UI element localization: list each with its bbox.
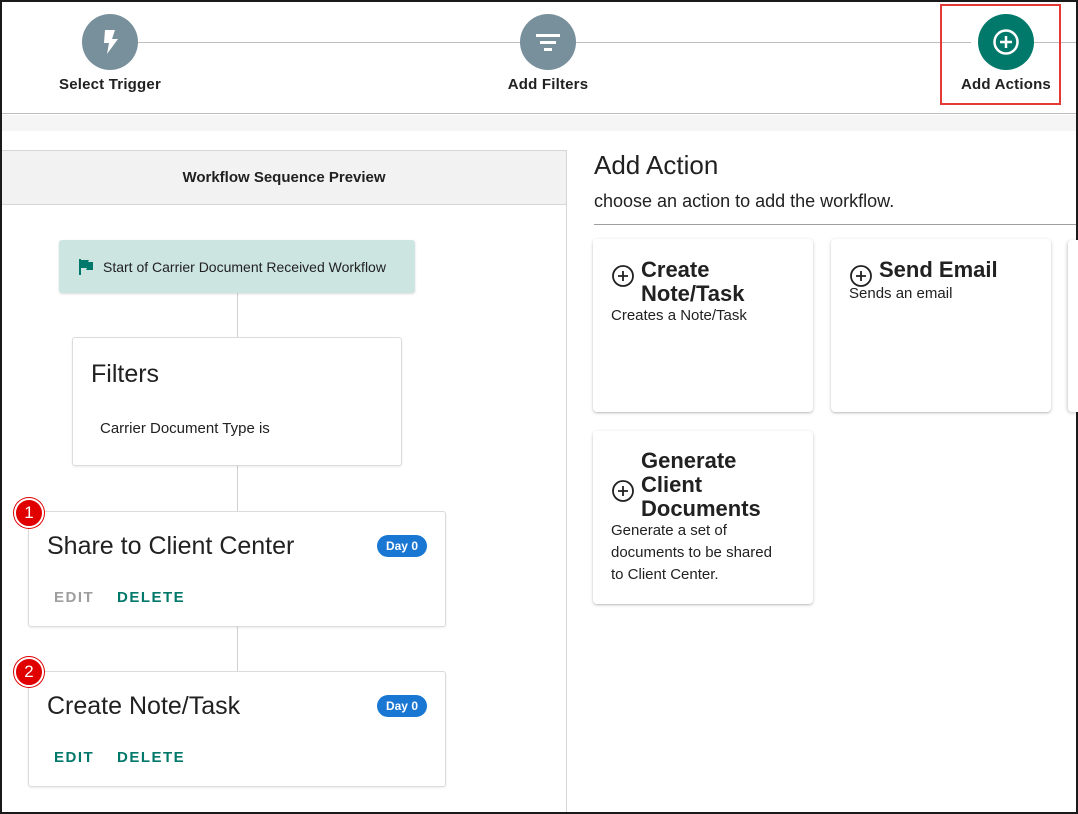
action-card-share: Share to Client Center Day 0 EDIT DELETE <box>28 511 446 627</box>
add-action-subtitle: choose an action to add the workflow. <box>594 191 895 211</box>
highlight-box <box>940 4 1061 105</box>
option-generate-client-documents[interactable]: Generate Client Documents Generate a set… <box>593 431 813 604</box>
step-number-badge: 1 <box>14 498 44 528</box>
workflow-start-node: Start of Carrier Document Received Workf… <box>59 240 415 293</box>
option-description: Generate a set of documents to be shared… <box>611 520 772 586</box>
option-title-line: Client <box>641 472 703 497</box>
option-title-line: Create <box>641 257 710 282</box>
option-title: Create Note/Task <box>641 258 745 306</box>
day-badge: Day 0 <box>376 535 427 557</box>
option-title: Generate Client Documents <box>641 449 761 521</box>
section-spacer <box>2 115 1076 131</box>
flag-icon <box>79 258 93 275</box>
option-title: Send Email <box>879 258 998 282</box>
workflow-stepper: Select Trigger Add Filters Add Actions <box>2 2 1076 114</box>
edit-button[interactable]: EDIT <box>54 749 94 766</box>
option-description-line: to Client Center. <box>611 566 719 583</box>
option-title-line: Send Email <box>879 257 998 282</box>
filter-icon <box>520 14 576 70</box>
filters-card[interactable]: Filters Carrier Document Type is <box>72 337 402 466</box>
step-number-badge: 2 <box>14 657 44 687</box>
preview-header: Workflow Sequence Preview <box>2 150 567 205</box>
day-badge: Day 0 <box>376 695 427 717</box>
stepper-line <box>127 42 522 43</box>
filter-condition: Carrier Document Type is <box>100 420 270 437</box>
option-description-line: documents to be shared <box>611 544 772 561</box>
option-description-line: Generate a set of <box>611 522 727 539</box>
plus-circle-icon <box>612 480 634 502</box>
option-title-line: Documents <box>641 496 761 521</box>
lightning-icon <box>82 14 138 70</box>
delete-button[interactable]: DELETE <box>117 589 185 606</box>
option-card-partial[interactable] <box>1068 240 1078 412</box>
divider <box>594 224 1076 225</box>
flow-connector <box>237 466 238 511</box>
flow-connector <box>237 627 238 671</box>
step-label: Add Filters <box>507 76 589 93</box>
action-card-create-note: Create Note/Task Day 0 EDIT DELETE <box>28 671 446 787</box>
option-description: Sends an email <box>849 285 953 302</box>
start-label: Start of Carrier Document Received Workf… <box>103 258 386 275</box>
step-label: Select Trigger <box>58 76 161 93</box>
option-title-line: Generate <box>641 448 737 473</box>
delete-button[interactable]: DELETE <box>117 749 185 766</box>
plus-circle-icon <box>612 265 634 287</box>
step-select-trigger[interactable]: Select Trigger <box>40 14 180 93</box>
action-title: Share to Client Center <box>47 532 295 560</box>
stepper-line <box>576 42 971 43</box>
filters-title: Filters <box>91 360 160 388</box>
flow-connector <box>237 293 238 337</box>
option-description: Creates a Note/Task <box>611 307 747 324</box>
panel-divider <box>566 150 567 812</box>
option-create-note-task[interactable]: Create Note/Task Creates a Note/Task <box>593 239 813 412</box>
edit-button: EDIT <box>54 589 95 606</box>
add-action-title: Add Action <box>594 150 719 180</box>
step-add-filters[interactable]: Add Filters <box>478 14 618 93</box>
action-title: Create Note/Task <box>47 692 241 720</box>
option-title-line: Note/Task <box>641 281 745 306</box>
option-send-email[interactable]: Send Email Sends an email <box>831 239 1051 412</box>
